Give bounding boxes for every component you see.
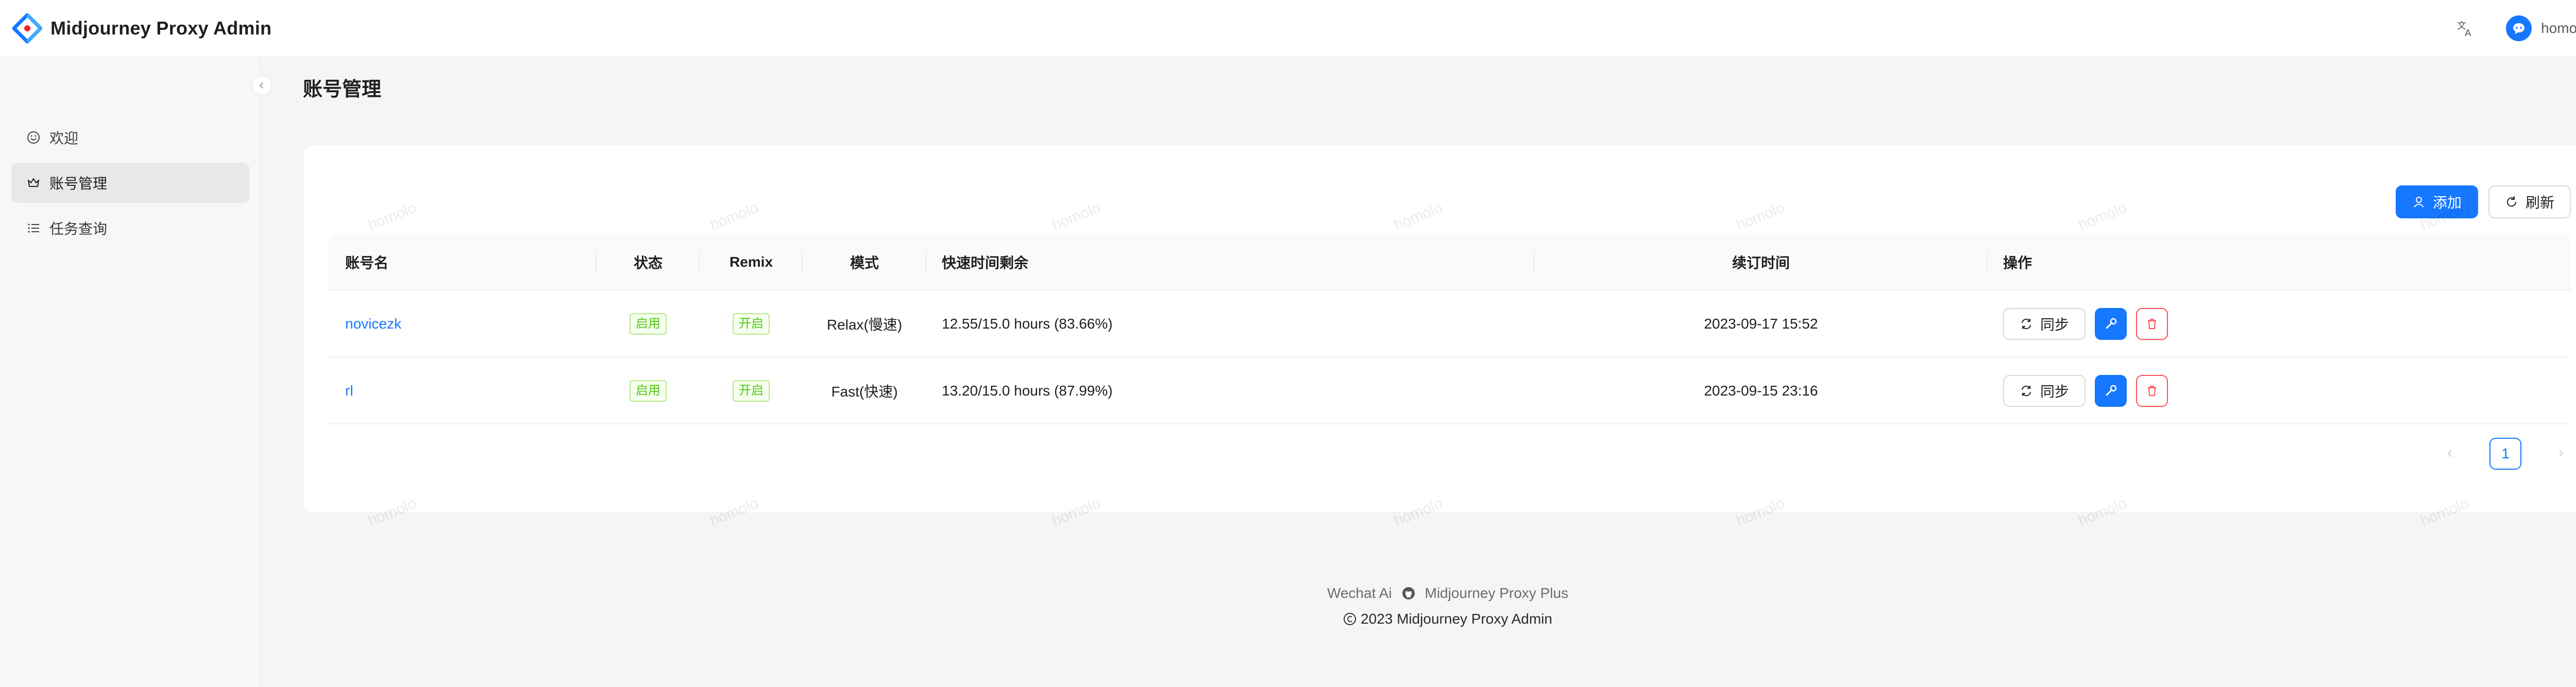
- status-badge: 启用: [630, 313, 667, 335]
- footer-copyright: 2023 Midjourney Proxy Admin: [261, 611, 2576, 627]
- mode-cell: Relax(慢速): [826, 317, 903, 333]
- smile-icon: [26, 130, 41, 145]
- trash-icon: [2148, 386, 2157, 396]
- page-title: 账号管理: [303, 79, 382, 100]
- add-account-button[interactable]: 添加: [2395, 185, 2478, 218]
- column-header: 状态: [633, 255, 663, 271]
- avatar: [2506, 15, 2532, 41]
- remix-cell: 开启: [700, 357, 803, 424]
- status-badge: 启用: [630, 380, 667, 402]
- renew-time: 2023-09-17 15:52: [1704, 316, 1818, 332]
- app-root: Midjourney Proxy Admin 文 A homolo: [0, 0, 2576, 687]
- account-name-link[interactable]: rl: [345, 357, 353, 424]
- column-separator: [1987, 251, 1988, 273]
- edit-button[interactable]: [2095, 375, 2127, 407]
- fast-time-remaining: 13.20/15.0 hours (87.99%): [942, 383, 1113, 399]
- accounts-table: 账号名 状态 Remix 模式 快速时间剩余 续订时间 操作 novicezk …: [329, 234, 2571, 424]
- column-separator: [925, 251, 926, 273]
- table-toolbar: 添加 刷新: [2395, 185, 2571, 218]
- column-header: Remix: [729, 254, 773, 270]
- refresh-button[interactable]: 刷新: [2488, 185, 2571, 218]
- tool-icon: [2106, 318, 2117, 329]
- sidebar-item-label: 欢迎: [49, 130, 79, 146]
- trash-icon: [2148, 319, 2157, 329]
- sidebar-item-welcome[interactable]: 欢迎: [11, 117, 249, 158]
- table-row: rl 启用 开启 Fast(快速) 13.20/15.0 hours (87.9…: [329, 357, 2571, 424]
- header-actions: 文 A homolo: [2453, 15, 2576, 41]
- pagination: 1: [2440, 438, 2571, 470]
- sidebar-collapse-button[interactable]: [251, 75, 272, 96]
- footer-link-proxy-plus[interactable]: Midjourney Proxy Plus: [1425, 585, 1569, 602]
- remix-badge: 开启: [733, 380, 770, 402]
- account-name-link[interactable]: novicezk: [345, 290, 401, 357]
- app-logo-icon: [12, 13, 42, 43]
- row-actions: 同步: [2003, 308, 2168, 340]
- next-page-icon[interactable]: [2550, 443, 2571, 464]
- user-icon: [2414, 197, 2424, 208]
- actions-cell: 同步: [2003, 290, 2168, 357]
- username: homolo: [2541, 20, 2576, 36]
- sidebar-item-label: 任务查询: [49, 221, 108, 237]
- column-header: 账号名: [345, 255, 389, 271]
- sidebar: 欢迎 账号管理 任务查询: [0, 58, 261, 687]
- column-header: 快速时间剩余: [942, 255, 1029, 271]
- footer-links: Wechat Ai Midjourney Proxy Plus: [261, 585, 2576, 602]
- sync-button[interactable]: 同步: [2003, 375, 2086, 407]
- translate-icon[interactable]: 文 A: [2453, 16, 2477, 40]
- remix-badge: 开启: [733, 313, 770, 335]
- user-menu[interactable]: homolo: [2506, 15, 2576, 41]
- sidebar-item-tasks[interactable]: 任务查询: [11, 208, 249, 248]
- column-header: 模式: [850, 255, 879, 271]
- fast-time-remaining: 12.55/15.0 hours (83.66%): [942, 316, 1113, 332]
- refresh-button-label: 刷新: [2525, 195, 2554, 211]
- list-icon: [26, 220, 41, 236]
- delete-button[interactable]: [2136, 375, 2168, 407]
- refresh-icon: [2506, 196, 2516, 207]
- sync-button-label: 同步: [2040, 317, 2070, 333]
- column-header: 续订时间: [1732, 255, 1790, 271]
- sidebar-menu: 欢迎 账号管理 任务查询: [11, 117, 249, 253]
- chat-bubble-icon: [2513, 23, 2525, 35]
- footer-link-wechat[interactable]: Wechat Ai: [1327, 585, 1392, 602]
- sidebar-item-label: 账号管理: [49, 176, 108, 192]
- delete-button[interactable]: [2136, 308, 2168, 340]
- copyright-icon: [1344, 613, 1356, 625]
- remix-cell: 开启: [700, 290, 803, 357]
- sync-button[interactable]: 同步: [2003, 308, 2086, 340]
- edit-button[interactable]: [2095, 308, 2127, 340]
- status-cell: 启用: [597, 357, 700, 424]
- crown-icon: [26, 175, 41, 191]
- sync-icon: [2022, 385, 2031, 397]
- add-button-label: 添加: [2432, 195, 2462, 211]
- status-cell: 启用: [597, 290, 700, 357]
- sync-button-label: 同步: [2040, 384, 2070, 400]
- svg-text:A: A: [2465, 28, 2471, 38]
- mode-cell: Fast(快速): [831, 384, 898, 400]
- sync-icon: [2022, 318, 2031, 330]
- github-icon: [1402, 587, 1415, 599]
- row-actions: 同步: [2003, 375, 2168, 407]
- table-row: novicezk 启用 开启 Relax(慢速) 12.55/15.0 hour…: [329, 290, 2571, 357]
- app-title: Midjourney Proxy Admin: [50, 18, 272, 39]
- tool-icon: [2106, 385, 2117, 396]
- top-header: Midjourney Proxy Admin 文 A homolo: [0, 0, 2576, 58]
- page-number[interactable]: 1: [2489, 438, 2521, 470]
- chevron-left-icon: [259, 82, 263, 89]
- actions-cell: 同步: [2003, 357, 2168, 424]
- renew-time: 2023-09-15 23:16: [1704, 383, 1818, 399]
- column-header: 操作: [2003, 255, 2032, 271]
- sidebar-item-accounts[interactable]: 账号管理: [11, 163, 249, 203]
- accounts-card: 添加 刷新 账号名 状态 Remix 模式 快速时间剩余 续订时间 操作 nov…: [304, 145, 2576, 512]
- prev-page-icon[interactable]: [2440, 443, 2461, 464]
- table-header: 账号名 状态 Remix 模式 快速时间剩余 续订时间 操作: [329, 234, 2571, 290]
- copyright-text: 2023 Midjourney Proxy Admin: [1361, 611, 1552, 627]
